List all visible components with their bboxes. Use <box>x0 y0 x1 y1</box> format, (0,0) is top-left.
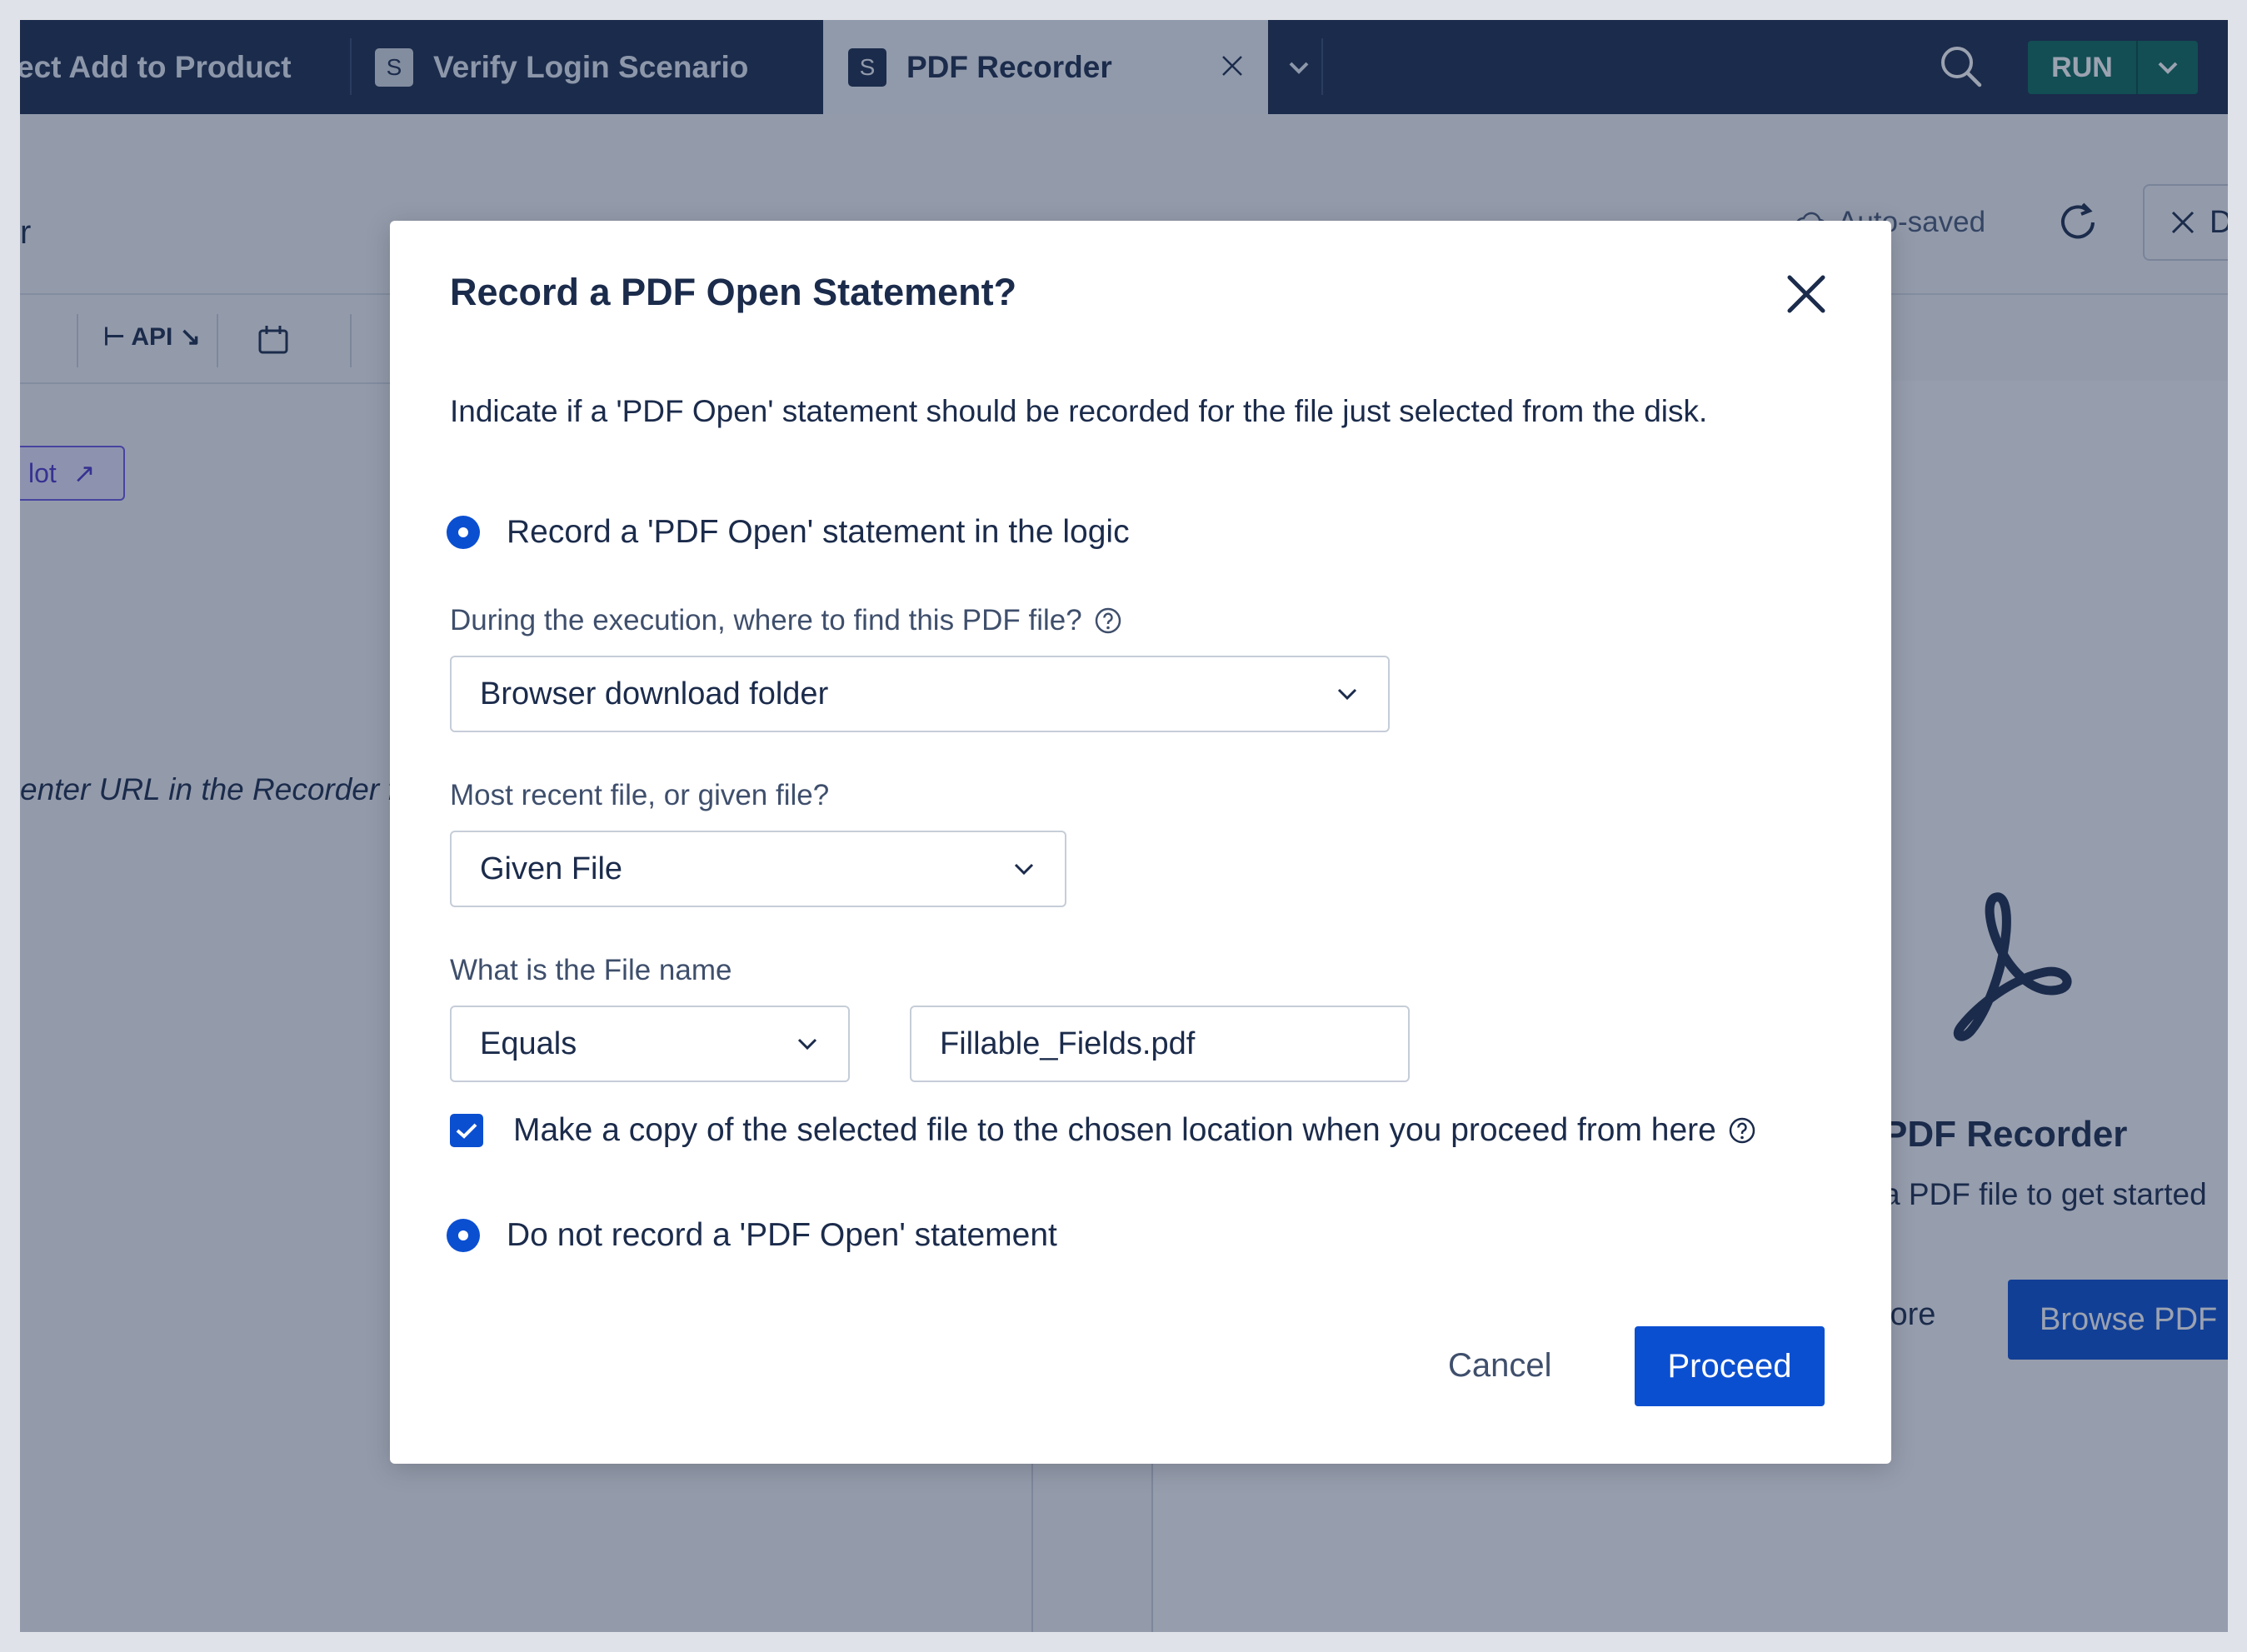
no-record-option-label: Do not record a 'PDF Open' statement <box>507 1217 1057 1253</box>
app-window: ect Add to Product S Verify Login Scenar… <box>20 20 2228 1632</box>
chevron-down-icon <box>797 1038 817 1051</box>
proceed-button[interactable]: Proceed <box>1635 1326 1825 1406</box>
copy-file-label: Make a copy of the selected file to the … <box>513 1112 1716 1148</box>
no-record-option-radio[interactable]: Do not record a 'PDF Open' statement <box>447 1217 1057 1254</box>
location-select-value: Browser download folder <box>480 676 829 711</box>
checkmark-icon <box>456 1123 477 1139</box>
match-operator-value: Equals <box>480 1026 577 1061</box>
close-icon[interactable] <box>1781 269 1831 319</box>
radio-selected-icon[interactable] <box>447 516 480 549</box>
copy-file-checkbox-row[interactable]: Make a copy of the selected file to the … <box>450 1112 1756 1149</box>
proceed-label: Proceed <box>1667 1347 1792 1385</box>
file-mode-label: Most recent file, or given file? <box>450 779 830 811</box>
cancel-button[interactable]: Cancel <box>1448 1347 1552 1385</box>
file-name-input[interactable]: Fillable_Fields.pdf <box>910 1006 1410 1082</box>
file-mode-select-value: Given File <box>480 851 623 886</box>
file-name-value: Fillable_Fields.pdf <box>940 1026 1196 1061</box>
location-label-text: During the execution, where to find this… <box>450 604 1082 636</box>
location-label: During the execution, where to find this… <box>450 604 1122 637</box>
dialog-description: Indicate if a 'PDF Open' statement shoul… <box>450 394 1708 428</box>
dialog-title: Record a PDF Open Statement? <box>450 271 1017 313</box>
record-option-label: Record a 'PDF Open' statement in the log… <box>507 514 1130 550</box>
location-select[interactable]: Browser download folder <box>450 656 1390 732</box>
file-name-label: What is the File name <box>450 954 732 986</box>
record-pdf-open-dialog: Record a PDF Open Statement? Indicate if… <box>390 221 1891 1464</box>
chevron-down-icon <box>1014 863 1034 876</box>
help-icon[interactable] <box>1728 1116 1756 1145</box>
help-icon[interactable] <box>1094 606 1122 635</box>
file-mode-select[interactable]: Given File <box>450 831 1066 907</box>
record-option-radio[interactable]: Record a 'PDF Open' statement in the log… <box>447 514 1130 551</box>
radio-selected-icon[interactable] <box>447 1219 480 1252</box>
chevron-down-icon <box>1337 688 1357 701</box>
copy-file-checkbox[interactable] <box>450 1114 483 1147</box>
match-operator-select[interactable]: Equals <box>450 1006 850 1082</box>
